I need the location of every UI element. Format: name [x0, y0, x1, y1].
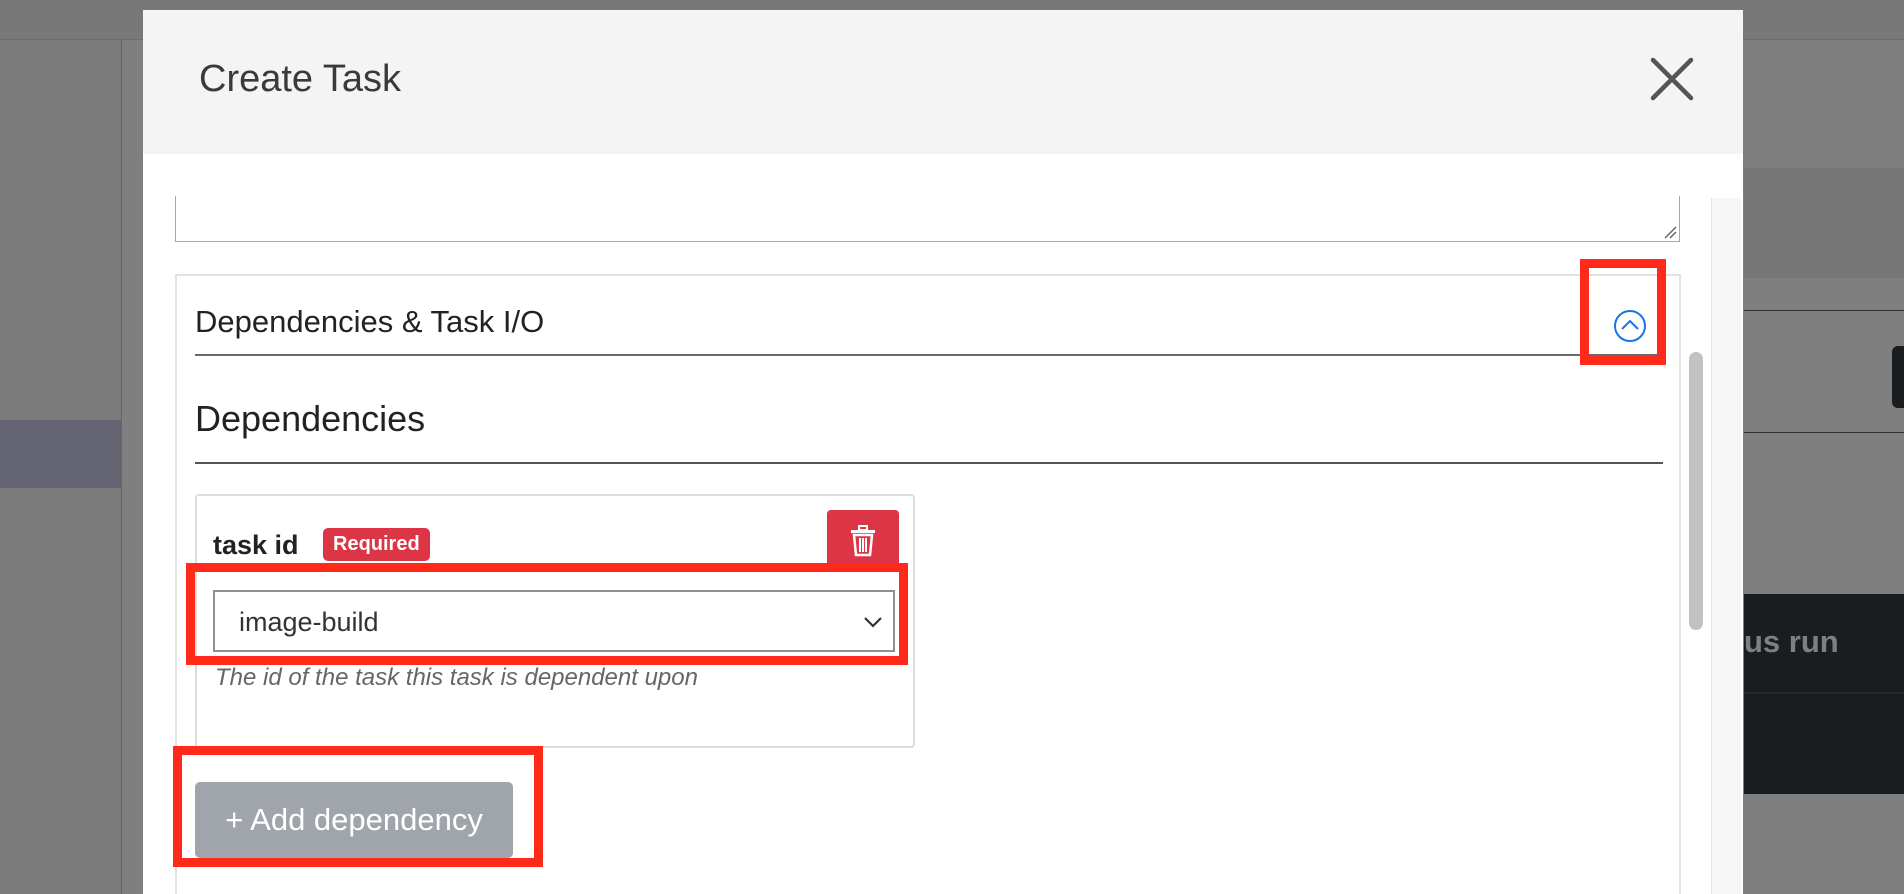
collapse-section-button[interactable] — [1612, 308, 1648, 344]
description-textarea[interactable] — [175, 196, 1680, 242]
modal-title: Create Task — [199, 58, 402, 100]
resize-grip-icon[interactable] — [1661, 223, 1677, 239]
dependency-card: task id Required image-build The id of t… — [195, 494, 915, 748]
modal-scrollbar-thumb[interactable] — [1689, 352, 1703, 630]
modal-header: Create Task — [143, 10, 1743, 154]
task-id-help-text: The id of the task this task is dependen… — [215, 664, 698, 691]
task-id-label: task id — [213, 530, 299, 560]
trash-icon — [851, 525, 875, 557]
task-id-selected-value: image-build — [239, 607, 379, 637]
close-button[interactable] — [1645, 52, 1699, 106]
close-icon — [1650, 57, 1694, 101]
modal-scrollbar-track[interactable] — [1711, 198, 1741, 894]
required-badge: Required — [323, 528, 430, 561]
dependencies-divider — [195, 462, 1663, 464]
modal-body: Dependencies & Task I/O Dependencies tas… — [143, 154, 1743, 894]
chevron-up-circle-icon — [1614, 310, 1646, 342]
section-divider — [195, 354, 1663, 356]
task-id-select[interactable]: image-build — [213, 590, 895, 652]
create-task-modal: Create Task Dependencies & Task I/O Depe… — [143, 10, 1743, 894]
section-title: Dependencies & Task I/O — [195, 304, 545, 339]
add-dependency-button[interactable]: + Add dependency — [195, 782, 513, 858]
dependencies-heading: Dependencies — [195, 398, 426, 439]
delete-dependency-button[interactable] — [827, 510, 899, 572]
chevron-down-icon — [864, 617, 882, 628]
dependencies-io-section: Dependencies & Task I/O Dependencies tas… — [175, 274, 1681, 894]
